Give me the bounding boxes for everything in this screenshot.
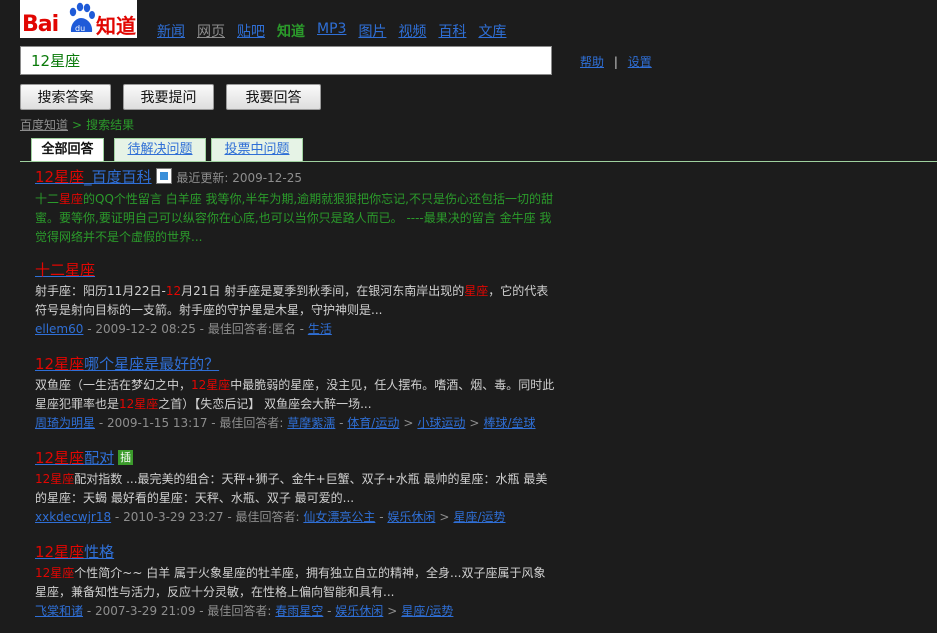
baidu-zhidao-logo[interactable]: Bai du 知道 [20,0,137,38]
result-item: 12星座哪个星座是最好的？ 双鱼座（一生活在梦幻之中，12星座中最脆弱的星座，没… [35,353,555,433]
help-link[interactable]: 帮助 [580,55,604,69]
breadcrumb-current: 搜索结果 [86,118,135,132]
plugin-tag: 插 [118,450,134,465]
result-title: 12星座配对插 [35,447,555,469]
help-links: 帮助 | 设置 [580,53,652,70]
category-link[interactable]: 娱乐休闲 [387,510,435,524]
nav-tieba[interactable]: 贴吧 [237,21,265,41]
search-answers-button[interactable]: 搜索答案 [20,84,111,110]
answerer-link[interactable]: 草摩紫濡 [287,416,335,430]
nav-web[interactable]: 网页 [197,21,225,41]
result-snippet: 双鱼座（一生活在梦幻之中，12星座中最脆弱的星座，没主见，任人摆布。嗜酒、烟、毒… [35,378,555,411]
top-nav: 新闻 网页 贴吧 知道 MP3 图片 视频 百科 文库 [157,21,506,41]
category-link[interactable]: 星座/运势 [401,604,453,618]
result-item: 十二星座 射手座：阳历11月22日-12月21日 射手座是夏季到秋季间，在银河东… [35,259,555,339]
tab-all-answers[interactable]: 全部回答 [31,138,104,162]
nav-zhidao-current: 知道 [277,24,305,40]
result-title: 12星座_百度百科 最近更新: 2009-12-25 [35,166,555,189]
category-link[interactable]: 体育/运动 [347,416,399,430]
result-title: 十二星座 [35,259,555,281]
svg-text:du: du [75,24,85,33]
result-title: 12星座哪个星座是最好的？ [35,353,555,375]
result-meta: 飞棠和诸 - 2007-3-29 21:09 - 最佳回答者: 春雨星空 - 娱… [35,604,454,618]
result-item: 12星座配对插 12星座配对指数 ...最完美的组合：天秤+狮子、金牛+巨蟹、双… [35,447,555,527]
category-link[interactable]: 娱乐休闲 [335,604,383,618]
tab-voting[interactable]: 投票中问题 [211,138,303,161]
nav-wenku[interactable]: 文库 [478,21,506,41]
result-title-link[interactable]: 12星座_百度百科 [35,168,152,186]
result-title: 12星座性格 [35,541,555,563]
answer-question-button[interactable]: 我要回答 [226,84,321,110]
tab-pending-link[interactable]: 待解决问题 [127,142,192,157]
settings-link[interactable]: 设置 [628,55,652,69]
breadcrumb: 百度知道 > 搜索结果 [20,116,134,133]
breadcrumb-separator: > [72,118,83,132]
result-item: 12星座_百度百科 最近更新: 2009-12-25 十二星座的QQ个性留言 白… [35,166,555,247]
result-user-link[interactable]: 周琦为明星 [35,416,95,430]
result-user-link[interactable]: xxkdecwjr18 [35,510,111,524]
tab-divider [20,161,937,162]
nav-baike[interactable]: 百科 [438,21,466,41]
nav-images[interactable]: 图片 [358,21,386,41]
result-user-link[interactable]: 飞棠和诸 [35,604,83,618]
search-input[interactable]: 12星座 [20,46,552,75]
category-link[interactable]: 棒球/垒球 [483,416,535,430]
category-link[interactable]: 生活 [308,322,332,336]
baike-icon [155,168,172,184]
paw-logo-icon: du [69,2,95,33]
result-user-link[interactable]: ellem60 [35,322,83,336]
result-snippet: 12星座个性简介~~ 白羊 属于火象星座的牡羊座，拥有独立自立的精神，全身...… [35,566,546,599]
tab-voting-link[interactable]: 投票中问题 [224,142,289,157]
tab-pending[interactable]: 待解决问题 [114,138,206,161]
result-meta: ellem60 - 2009-12-2 08:25 - 最佳回答者:匿名 - 生… [35,322,332,336]
result-snippet: 12星座配对指数 ...最完美的组合：天秤+狮子、金牛+巨蟹、双子+水瓶 最帅的… [35,472,548,505]
logo-zhidao-text: 知道 [96,14,136,38]
category-link[interactable]: 星座/运势 [453,510,505,524]
result-meta: 周琦为明星 - 2009-1-15 13:17 - 最佳回答者: 草摩紫濡 - … [35,416,536,430]
result-title-link[interactable]: 12星座配对 [35,449,114,467]
logo-bai-text: Bai [22,12,59,37]
result-item: 12星座性格 12星座个性简介~~ 白羊 属于火象星座的牡羊座，拥有独立自立的精… [35,541,555,621]
answerer-link[interactable]: 仙女漂亮公主 [303,510,375,524]
result-snippet: 射手座：阳历11月22日-12月21日 射手座是夏季到秋季间，在银河东南岸出现的… [35,284,549,317]
result-updated: 最近更新: 2009-12-25 [176,171,302,185]
result-snippet: 十二星座的QQ个性留言 白羊座 我等你,半年为期,逾期就狠狠把你忘记,不只是伤心… [35,192,553,244]
result-title-link[interactable]: 12星座哪个星座是最好的？ [35,355,219,373]
answerer-link[interactable]: 春雨星空 [275,604,323,618]
help-separator: | [613,55,618,69]
category-link[interactable]: 小球运动 [417,416,465,430]
nav-news[interactable]: 新闻 [157,21,185,41]
ask-question-button[interactable]: 我要提问 [123,84,214,110]
result-meta: xxkdecwjr18 - 2010-3-29 23:27 - 最佳回答者: 仙… [35,510,506,524]
result-title-link[interactable]: 十二星座 [35,261,95,279]
nav-video[interactable]: 视频 [398,21,426,41]
result-title-link[interactable]: 12星座性格 [35,543,114,561]
breadcrumb-home[interactable]: 百度知道 [20,118,68,132]
nav-mp3[interactable]: MP3 [317,21,346,41]
